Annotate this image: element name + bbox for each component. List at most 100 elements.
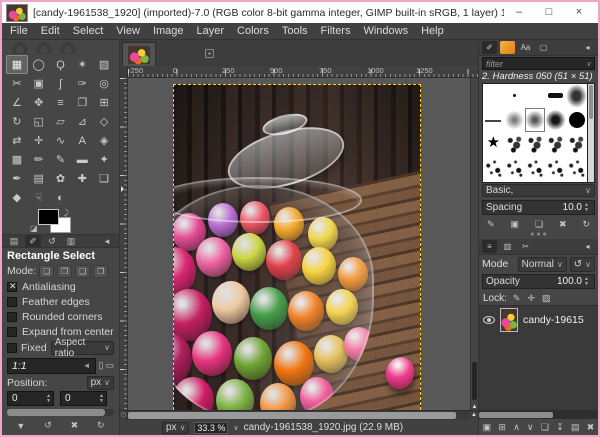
raise-layer-icon[interactable]: ∧ [513,422,520,433]
tool-ellipse-select[interactable]: ◯ [28,55,50,74]
tool-perspective-clone[interactable]: ❑ [93,169,115,188]
merge-layer-icon[interactable]: ▤ [571,422,580,433]
dock-drag-handle[interactable]: ● ● ● [479,232,598,239]
tool-bucket-fill[interactable]: ◈ [93,131,115,150]
layer-row[interactable]: candy-19615 [479,306,598,334]
document-history-tab-icon[interactable]: ▢ [536,41,551,54]
tool-paths[interactable]: ʃ [50,74,72,93]
vertical-scrollbar[interactable]: ▲ [470,78,478,410]
brush-item[interactable] [483,84,504,108]
brush-item[interactable] [525,108,546,132]
menu-item[interactable]: Windows [363,25,408,37]
tool-paintbrush[interactable]: ✎ [50,150,72,169]
tool-warp[interactable]: ∿ [50,131,72,150]
brush-item[interactable] [504,108,525,132]
image-tab[interactable] [122,42,156,66]
tool-move[interactable]: ✥ [28,93,50,112]
opacity-slider[interactable]: Opacity 100.0 ▲▼ [482,274,595,289]
menu-item[interactable]: Help [421,25,444,37]
restore-options-icon[interactable]: ↺ [44,420,52,431]
spacing-spin-arrows-icon[interactable]: ▲▼ [582,203,591,213]
brush-item[interactable] [545,132,566,156]
menu-item[interactable]: View [116,25,140,37]
tool-align[interactable]: ≡ [50,93,72,112]
lower-layer-icon[interactable]: ∨ [527,422,534,433]
menu-item[interactable]: Filters [321,25,351,37]
tool-3d-transform[interactable]: ◇ [93,112,115,131]
foreground-color-swatch[interactable] [38,209,59,225]
tool-rotate[interactable]: ↻ [6,112,28,131]
tool-airbrush[interactable]: ✦ [93,150,115,169]
tool-dodge-burn[interactable]: ◐ [50,188,72,207]
menu-item[interactable]: File [10,25,28,37]
brush-item[interactable] [483,156,504,180]
lock-pixels-icon[interactable]: ✎ [513,293,521,304]
spacing-slider[interactable]: Spacing 10.0 ▲▼ [482,200,595,215]
tool-smudge[interactable]: ☟ [28,188,50,207]
position-unit-dropdown[interactable]: px [87,376,114,390]
brushes-tab-menu-expander-icon[interactable]: ◂ [580,41,595,54]
tool-gradient[interactable]: ▩ [6,150,28,169]
brush-item[interactable] [525,156,546,180]
tool-flip[interactable]: ⇄ [6,131,28,150]
position-y-spinbox[interactable]: 0▲▼ [60,391,107,406]
vertical-ruler[interactable] [120,78,128,410]
auto-follow-icon[interactable]: ● [205,49,214,58]
new-layer-icon[interactable]: ▣ [483,422,492,433]
brush-item[interactable] [483,108,504,132]
option-checkbox-row[interactable]: Rounded corners [7,309,114,324]
layer-visibility-eye-icon[interactable] [483,316,495,324]
menu-item[interactable]: Layer [197,25,225,37]
checkbox[interactable] [7,282,17,292]
reset-options-icon[interactable]: ↻ [97,420,105,431]
lock-position-icon[interactable]: ✛ [527,293,535,304]
lock-alpha-icon[interactable]: ▨ [542,293,551,304]
menu-item[interactable]: Select [73,25,104,37]
navigation-icon[interactable]: ▲ [470,411,478,420]
option-checkbox-row[interactable]: Antialiasing [7,279,114,294]
new-brush-icon[interactable]: ▣ [510,219,519,230]
duplicate-layer-icon[interactable]: ❏ [541,422,549,433]
minimize-button[interactable]: – [504,3,534,22]
clear-ratio-icon[interactable]: ◄ [83,361,91,370]
undo-history-tab-icon[interactable]: ↺ [44,235,60,247]
spin-arrows-icon[interactable]: ▲▼ [44,394,53,404]
position-x-spinbox[interactable]: 0▲▼ [7,391,54,406]
device-status-tab-icon[interactable]: ▤ [6,235,22,247]
tool-crop[interactable]: ❐ [71,93,93,112]
tool-scissors-select[interactable]: ✂ [6,74,28,93]
tool-measure[interactable]: ∠ [6,93,28,112]
mode-add-button[interactable]: ❐ [57,265,72,278]
brush-item[interactable] [545,108,566,132]
aspect-ratio-input[interactable]: 1:1◄ [7,358,96,374]
tool-blur-sharpen[interactable]: ◆ [6,188,28,207]
option-checkbox-row[interactable]: Feather edges [7,294,114,309]
delete-layer-icon[interactable]: ✖ [587,422,595,433]
checkbox[interactable] [7,297,17,307]
brush-item[interactable] [566,132,587,156]
mode-subtract-button[interactable]: ❑ [75,265,90,278]
mode-group-switch-dropdown[interactable]: ↺ [570,257,595,272]
zoom-dropdown-icon[interactable]: ∨ [233,424,238,432]
layer-thumbnail[interactable] [500,308,518,332]
tool-handle-transform[interactable]: ✛ [28,131,50,150]
tool-zoom[interactable]: ◎ [93,74,115,93]
layers-tab-icon[interactable]: ≡ [482,240,497,253]
brush-item[interactable] [566,156,587,180]
mode-replace-button[interactable]: ❏ [39,265,54,278]
tool-mypaint-brush[interactable]: ✿ [50,169,72,188]
save-tool-preset-icon[interactable]: ▼ [16,421,25,431]
landscape-icon[interactable]: ▭ [105,360,114,371]
layer-list-scrollbar[interactable] [479,411,598,419]
tool-select-by-color[interactable]: ▨ [93,55,115,74]
horizontal-scrollbar[interactable] [128,411,470,420]
gradients-tab-icon[interactable] [500,41,515,54]
tool-scale[interactable]: ◱ [28,112,50,131]
new-layer-group-icon[interactable]: ⊞ [498,422,506,433]
horizontal-scrollbar-thumb[interactable] [128,412,456,419]
brush-item[interactable] [566,108,587,132]
candy-image[interactable] [173,84,421,410]
tab-menu-expander-icon[interactable]: ◂ [99,235,115,247]
colors-tab-icon[interactable]: ▥ [63,235,79,247]
brush-item[interactable] [504,156,525,180]
